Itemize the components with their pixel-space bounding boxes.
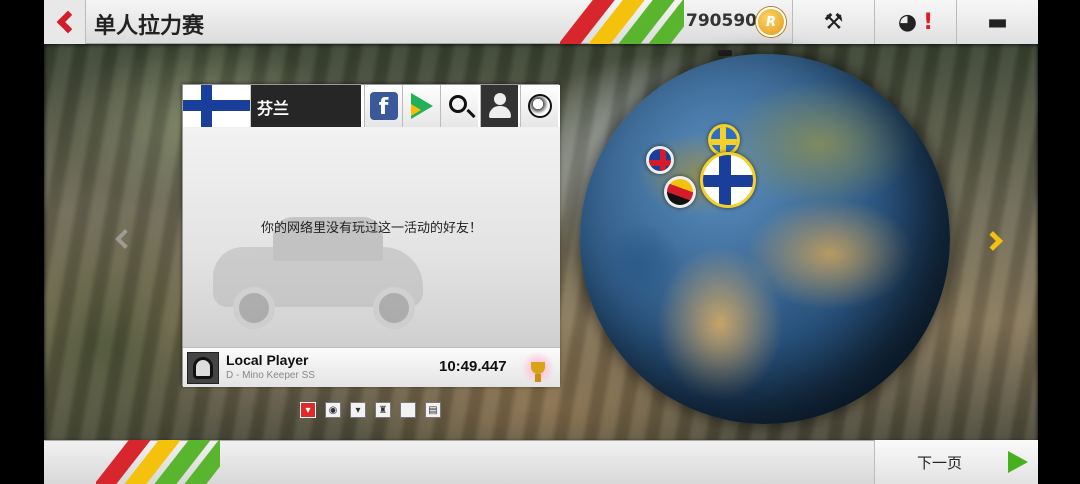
finland-flag-icon [183, 85, 251, 127]
globe-icon [527, 94, 552, 118]
panel-header: 芬兰 f [183, 85, 560, 127]
blank-icon[interactable] [400, 402, 416, 418]
coin-balance: 790590 [686, 11, 757, 31]
google-play-button[interactable] [402, 85, 440, 127]
left-letterbox [0, 0, 44, 484]
trophy-icon [521, 352, 555, 384]
screen: 单人拉力赛 790590 R ⚒ ◕ ! ▬ 芬兰 f 你的网络里没有玩过这一活… [0, 0, 1080, 484]
friends-button[interactable] [480, 85, 518, 127]
page-title: 单人拉力赛 [94, 14, 205, 39]
world-globe[interactable] [580, 54, 950, 424]
empty-friends-message: 你的网络里没有玩过这一活动的好友！ [260, 221, 482, 236]
chat-bubble-icon: ▬ [987, 9, 1008, 35]
right-letterbox [1038, 0, 1080, 484]
profile-button[interactable]: ◕ ! [874, 0, 956, 44]
global-button[interactable] [520, 85, 558, 127]
cup-icon[interactable]: ▾ [350, 402, 366, 418]
piece-icon[interactable]: ♜ [375, 402, 391, 418]
finland-flag-pin-icon[interactable] [700, 152, 756, 208]
decor-stripes-top [560, 0, 684, 44]
player-name: Local Player [226, 352, 309, 368]
messages-button[interactable]: ▬ [956, 0, 1038, 44]
search-button[interactable] [440, 85, 478, 127]
country-name: 芬兰 [251, 85, 361, 127]
rr-coin-icon[interactable]: R [756, 7, 786, 37]
chevron-right-icon [1008, 451, 1028, 473]
friends-icon [487, 93, 513, 119]
settings-button[interactable]: ⚒ [792, 0, 874, 44]
uk-flag-pin-icon[interactable] [646, 146, 674, 174]
lock-icon[interactable]: ▤ [425, 402, 441, 418]
trophy-icon[interactable]: ▾ [300, 402, 316, 418]
player-row[interactable]: Local Player D - Mino Keeper SS 10:49.44… [183, 347, 560, 387]
chevron-left-icon [56, 10, 79, 34]
globe-antenna [718, 50, 732, 56]
decor-stripes-bottom [96, 440, 220, 484]
next-page-button[interactable]: 下一页 [874, 440, 1038, 484]
next-page-label: 下一页 [917, 453, 963, 472]
alert-mark: ! [923, 9, 934, 35]
search-icon [448, 95, 467, 113]
wrench-screwdriver-icon: ⚒ [823, 9, 844, 35]
player-time: 10:49.447 [439, 358, 507, 375]
wheel-icon[interactable]: ◉ [325, 402, 341, 418]
category-tabs: ▾ ◉ ▾ ♜ ▤ [300, 402, 441, 418]
helmet-icon [193, 357, 213, 379]
facebook-icon: f [369, 92, 398, 120]
facebook-button[interactable]: f [364, 85, 402, 127]
leaderboard-panel: 芬兰 f 你的网络里没有玩过这一活动的好友！ Local Player D - … [182, 84, 560, 387]
avatar [187, 352, 219, 384]
helmet-icon: ◕ [897, 9, 918, 35]
panel-body: 你的网络里没有玩过这一活动的好友！ [183, 127, 560, 347]
back-button[interactable] [44, 0, 86, 44]
player-car: D - Mino Keeper SS [226, 370, 315, 381]
google-play-icon [410, 93, 433, 119]
